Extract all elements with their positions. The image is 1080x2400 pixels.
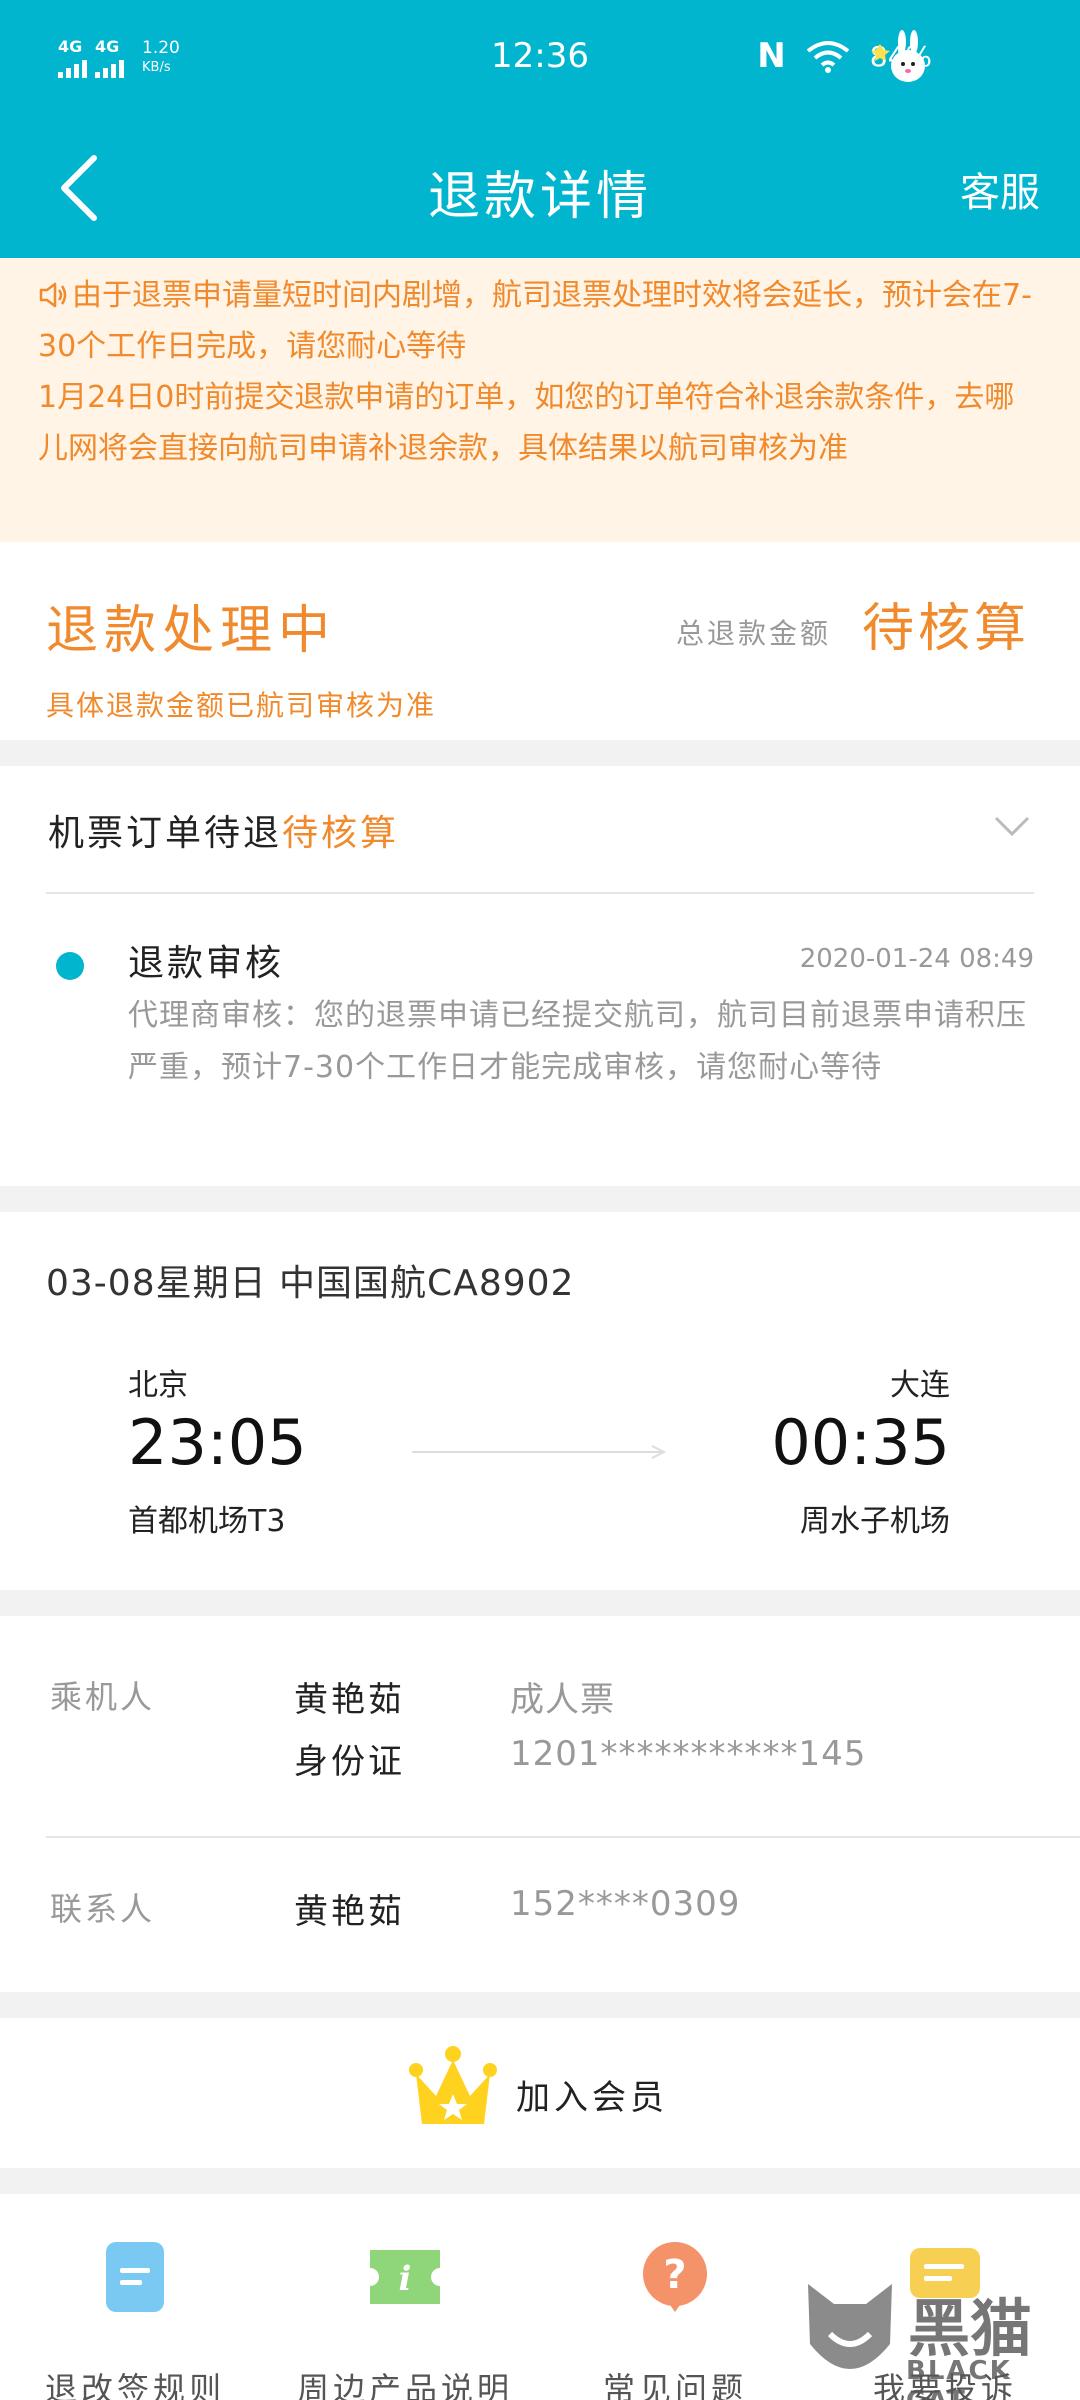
document-icon	[106, 2242, 164, 2312]
wifi-icon	[806, 41, 850, 73]
watermark-cn: 黑猫	[908, 2292, 1033, 2365]
total-refund-label: 总退款金额	[676, 617, 832, 650]
passenger-label: 乘机人	[50, 1678, 156, 1716]
refund-status: 退款处理中	[46, 601, 337, 661]
passenger-card: 乘机人 黄艳茹 成人票 身份证 1201***********145 联系人 黄…	[0, 1616, 1080, 1992]
id-number: 1201***********145	[510, 1734, 867, 1774]
tool-faq[interactable]: ? 常见问题	[540, 2242, 810, 2400]
tool-label: 周边产品说明	[296, 2370, 513, 2400]
watermark-en: BLACK CAT	[906, 2356, 1012, 2400]
watermark: 黑猫 BLACK CAT	[800, 2270, 1066, 2400]
status-bar: 4G 4G 1.20 KB/s 12:36 N 84%	[0, 0, 1080, 120]
contact-name: 黄艳茹	[294, 1892, 405, 1932]
passenger-name: 黄艳茹	[294, 1680, 405, 1720]
ticket-type: 成人票	[510, 1680, 615, 1720]
departure-airport: 首都机场T3	[128, 1504, 286, 1539]
refund-status-card: 退款处理中 具体退款金额已航司审核为准 总退款金额 待核算	[0, 542, 1080, 740]
tools-bar: 退改签规则 i 周边产品说明 ? 常见问题 我要投诉 黑猫 BLACK CAT	[0, 2194, 1080, 2400]
divider	[46, 892, 1034, 894]
page-title: 退款详情	[427, 167, 652, 227]
contact-label: 联系人	[50, 1890, 156, 1928]
nav-bar: 退款详情 客服	[0, 120, 1080, 258]
progress-dot	[56, 952, 84, 980]
divider	[46, 1836, 1080, 1838]
progress-title: 退款审核	[128, 943, 285, 984]
order-progress-card: 机票订单待退待核算 退款审核 2020-01-24 08:49 代理商审核：您的…	[0, 766, 1080, 1186]
crown-icon	[409, 2046, 497, 2124]
contact-phone: 152****0309	[510, 1884, 741, 1924]
flight-arrow-icon	[412, 1445, 667, 1459]
arrival-time: 00:35	[771, 1406, 950, 1479]
nfc-icon: N	[757, 36, 786, 76]
flight-card: 03-08星期日 中国国航CA8902 北京 23:05 首都机场T3 大连 0…	[0, 1212, 1080, 1590]
tool-product-info[interactable]: i 周边产品说明	[270, 2242, 540, 2400]
departure-city: 北京	[128, 1368, 188, 1403]
departure-time: 23:05	[128, 1406, 307, 1479]
order-label: 机票订单待退	[48, 813, 283, 854]
tool-refund-rules[interactable]: 退改签规则	[0, 2242, 270, 2400]
flight-header: 03-08星期日 中国国航CA8902	[46, 1263, 575, 1304]
customer-service-button[interactable]: 客服	[960, 160, 1040, 218]
join-membership-label: 加入会员	[516, 2078, 668, 2118]
notice-text-2: 1月24日0时前提交退款申请的订单，如您的订单符合补退余款条件，去哪儿网将会直接…	[38, 380, 1015, 466]
total-refund-value: 待核算	[861, 599, 1030, 659]
progress-description: 代理商审核：您的退票申请已经提交航司，航司目前退票申请积压严重，预计7-30个工…	[128, 998, 1027, 1085]
cat-logo-icon	[808, 2284, 892, 2369]
notice-banner: 由于退票申请量短时间内剧增，航司退票处理时效将会延长，预计会在7-30个工作日完…	[0, 258, 1080, 542]
order-status: 待核算	[282, 813, 400, 854]
tool-label: 常见问题	[602, 2370, 747, 2400]
notice-text-1: 由于退票申请量短时间内剧增，航司退票处理时效将会延长，预计会在7-30个工作日完…	[38, 278, 1032, 364]
tool-label: 退改签规则	[44, 2370, 225, 2400]
info-ticket-icon: i	[370, 2250, 440, 2304]
arrival-airport: 周水子机场	[800, 1504, 950, 1539]
speaker-icon	[39, 282, 67, 308]
notice-line-1: 由于退票申请量短时间内剧增，航司退票处理时效将会延长，预计会在7-30个工作日完…	[38, 270, 1044, 372]
membership-banner[interactable]: 加入会员	[0, 2018, 1080, 2168]
svg-text:?: ?	[663, 2252, 686, 2298]
question-icon: ?	[643, 2242, 707, 2312]
rabbit-sticker-icon	[871, 30, 925, 82]
id-type: 身份证	[294, 1742, 405, 1782]
app-header: 4G 4G 1.20 KB/s 12:36 N 84%	[0, 0, 1080, 258]
svg-text:i: i	[399, 2259, 412, 2299]
arrival-city: 大连	[890, 1368, 950, 1403]
progress-time: 2020-01-24 08:49	[799, 944, 1034, 974]
chevron-down-icon[interactable]	[992, 814, 1032, 838]
refund-note: 具体退款金额已航司审核为准	[46, 689, 437, 722]
order-row[interactable]: 机票订单待退待核算	[48, 804, 399, 856]
